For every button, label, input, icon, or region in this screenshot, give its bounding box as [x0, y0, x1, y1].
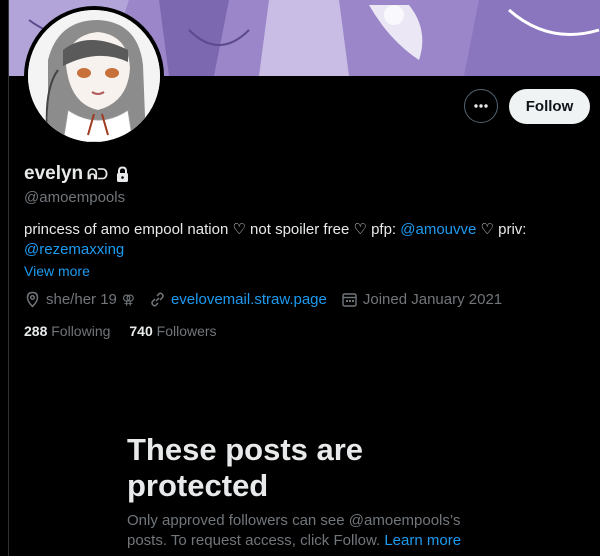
view-more-link[interactable]: View more	[24, 263, 90, 279]
protected-description: Only approved followers can see @amoempo…	[127, 511, 482, 551]
following-count: 288	[24, 323, 48, 339]
more-dots-icon	[474, 104, 488, 108]
calendar-icon	[342, 293, 357, 307]
bio-mention-link[interactable]: @amouvve	[400, 221, 476, 238]
bio-mention-link-2[interactable]: @rezemaxxing	[24, 241, 124, 258]
lock-icon	[116, 165, 128, 182]
followers-stat[interactable]: 740 Followers	[129, 323, 216, 339]
column-border	[0, 0, 9, 556]
profile-meta: she/her 19 ⚢ evelovemail.straw.page Join…	[24, 291, 516, 308]
profile-name-row: evelyn ᕱᑐ	[24, 163, 130, 185]
meta-joined: Joined January 2021	[341, 291, 502, 308]
bio-text: princess of amo empool nation ♡ not spoi…	[24, 221, 401, 238]
protected-title: These posts are protected	[127, 432, 364, 503]
profile-bio: princess of amo empool nation ♡ not spoi…	[24, 220, 584, 260]
learn-more-link[interactable]: Learn more	[384, 532, 461, 549]
user-handle: @amoempools	[24, 189, 126, 206]
follow-stats: 288 Following 740 Followers	[24, 323, 217, 339]
bio-text-mid: ♡ priv:	[476, 221, 527, 238]
following-label: Following	[51, 323, 111, 339]
followers-label: Followers	[156, 323, 217, 339]
following-stat[interactable]: 288 Following	[24, 323, 110, 339]
joined-date: Joined January 2021	[362, 291, 503, 308]
followers-count: 740	[129, 323, 153, 339]
follow-button[interactable]: Follow	[509, 89, 590, 124]
profile-avatar[interactable]	[24, 6, 164, 146]
pronouns-text: she/her 19	[46, 291, 117, 308]
website-link[interactable]: evelovemail.straw.page	[171, 291, 327, 308]
more-options-button[interactable]	[464, 89, 498, 123]
location-pin-icon	[26, 291, 39, 308]
name-glyph: ᕱᑐ	[87, 165, 108, 182]
meta-location: she/her 19 ⚢	[24, 291, 135, 308]
meta-website: evelovemail.straw.page	[149, 291, 327, 308]
link-icon	[151, 292, 164, 307]
pronoun-glyph: ⚢	[121, 291, 135, 307]
display-name: evelyn	[24, 163, 84, 184]
